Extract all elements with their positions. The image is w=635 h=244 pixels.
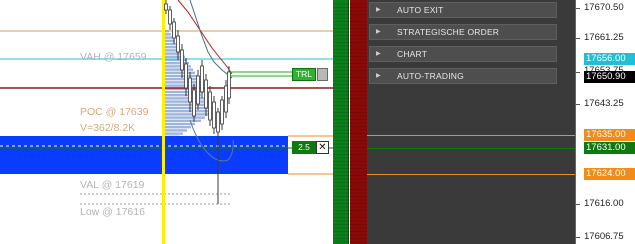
volume-profile-bar (165, 33, 171, 36)
menu-item-label: AUTO-TRADING (397, 71, 464, 81)
price-tag-target: 17631.00 (584, 142, 635, 154)
panel-stop-line-upper (367, 135, 575, 136)
tick-label: 17670.50 (584, 2, 624, 13)
candle-body (212, 101, 216, 129)
trl-handle[interactable] (317, 68, 328, 81)
volume-profile-bar (165, 119, 201, 122)
volume-profile-bar (165, 97, 207, 100)
candle-body (184, 63, 188, 89)
candle-body (188, 77, 192, 103)
volume-profile-bar (165, 81, 201, 84)
moving-average-gray (189, 0, 233, 79)
tick-mark (576, 8, 580, 9)
depth-gridlines (333, 3, 367, 243)
menu-item-strategische-order[interactable]: ▶ STRATEGISCHE ORDER (369, 24, 557, 40)
order-quantity-badge[interactable]: 2.5 (292, 141, 316, 154)
candle-body (224, 85, 228, 113)
candle-body (220, 99, 224, 125)
tick-label: 17661.25 (584, 32, 624, 43)
price-tag-stop-upper: 17635.00 (584, 129, 635, 141)
triangle-right-icon: ▶ (376, 7, 381, 13)
volume-profile-bar (165, 100, 209, 103)
candle-body (180, 49, 184, 71)
tick-label: 17643.25 (584, 98, 624, 109)
menu-item-auto-exit[interactable]: ▶ AUTO EXIT (369, 2, 557, 18)
depth-of-market (333, 0, 367, 244)
volume-profile-bar (165, 36, 173, 39)
candle-body (176, 35, 180, 53)
volume-profile-bar (165, 116, 205, 119)
menu-item-label: STRATEGISCHE ORDER (397, 27, 500, 37)
triangle-right-icon: ▶ (376, 73, 381, 79)
volume-profile-bar (165, 132, 183, 135)
volume-profile-bar (165, 42, 177, 46)
volume-profile-bar (165, 78, 199, 81)
poc-label: POC @ 17639 (80, 106, 149, 118)
tick-label: 17606.75 (584, 231, 624, 242)
candle-body (216, 111, 220, 133)
price-tag-vah: 17656.00 (584, 53, 635, 65)
candle-body (192, 89, 196, 117)
trl-button[interactable]: TRL (292, 68, 316, 81)
price-chart[interactable]: VAH @ 17659 POC @ 17639 V=362/8.2K VAL @… (0, 0, 333, 244)
tick-mark (576, 237, 580, 238)
val-label: VAL @ 17619 (80, 179, 145, 191)
tick-mark (576, 104, 580, 105)
candle-body (196, 75, 200, 105)
candle-body (172, 21, 176, 39)
volume-profile-bar (165, 126, 191, 129)
vah-label: VAH @ 17659 (80, 51, 147, 63)
panel-target-line (367, 148, 575, 149)
time-highlight-column (162, 0, 165, 244)
close-x-icon[interactable]: ✕ (316, 141, 329, 154)
order-zone (0, 136, 288, 174)
candle-body (164, 3, 168, 11)
menu-item-label: AUTO EXIT (397, 5, 444, 15)
volume-profile-bar (165, 68, 193, 71)
price-axis[interactable]: 17670.50 17661.25 17653.75 17643.25 1761… (575, 0, 635, 244)
volume-label: V=362/8.2K (80, 122, 136, 134)
tick-mark (576, 72, 580, 73)
candle-body (168, 9, 172, 25)
panel-stop-line-lower (367, 174, 575, 175)
candle-body (204, 79, 208, 109)
price-tag-stop-lower: 17624.00 (584, 168, 635, 180)
chart-canvas[interactable] (0, 0, 333, 244)
tick-mark (576, 38, 580, 39)
candle-body (208, 91, 212, 121)
volume-profile-bar (165, 110, 211, 113)
candle-body (200, 65, 204, 93)
menu-item-chart[interactable]: ▶ CHART (369, 46, 557, 62)
tick-mark (576, 204, 580, 205)
volume-profile-bar (165, 74, 197, 78)
triangle-right-icon: ▶ (376, 29, 381, 35)
volume-profile-bar (165, 113, 209, 116)
triangle-right-icon: ▶ (376, 51, 381, 57)
trading-panel: ▶ AUTO EXIT ▶ STRATEGISCHE ORDER ▶ CHART… (367, 0, 575, 244)
tick-label: 17616.00 (584, 198, 624, 209)
menu-item-label: CHART (397, 49, 428, 59)
price-tag-last: 17650.90 (584, 71, 635, 83)
menu-item-auto-trading[interactable]: ▶ AUTO-TRADING (369, 68, 557, 84)
volume-profile-bar (165, 122, 195, 126)
low-label: Low @ 17616 (80, 206, 145, 218)
volume-profile-bar (165, 129, 187, 132)
